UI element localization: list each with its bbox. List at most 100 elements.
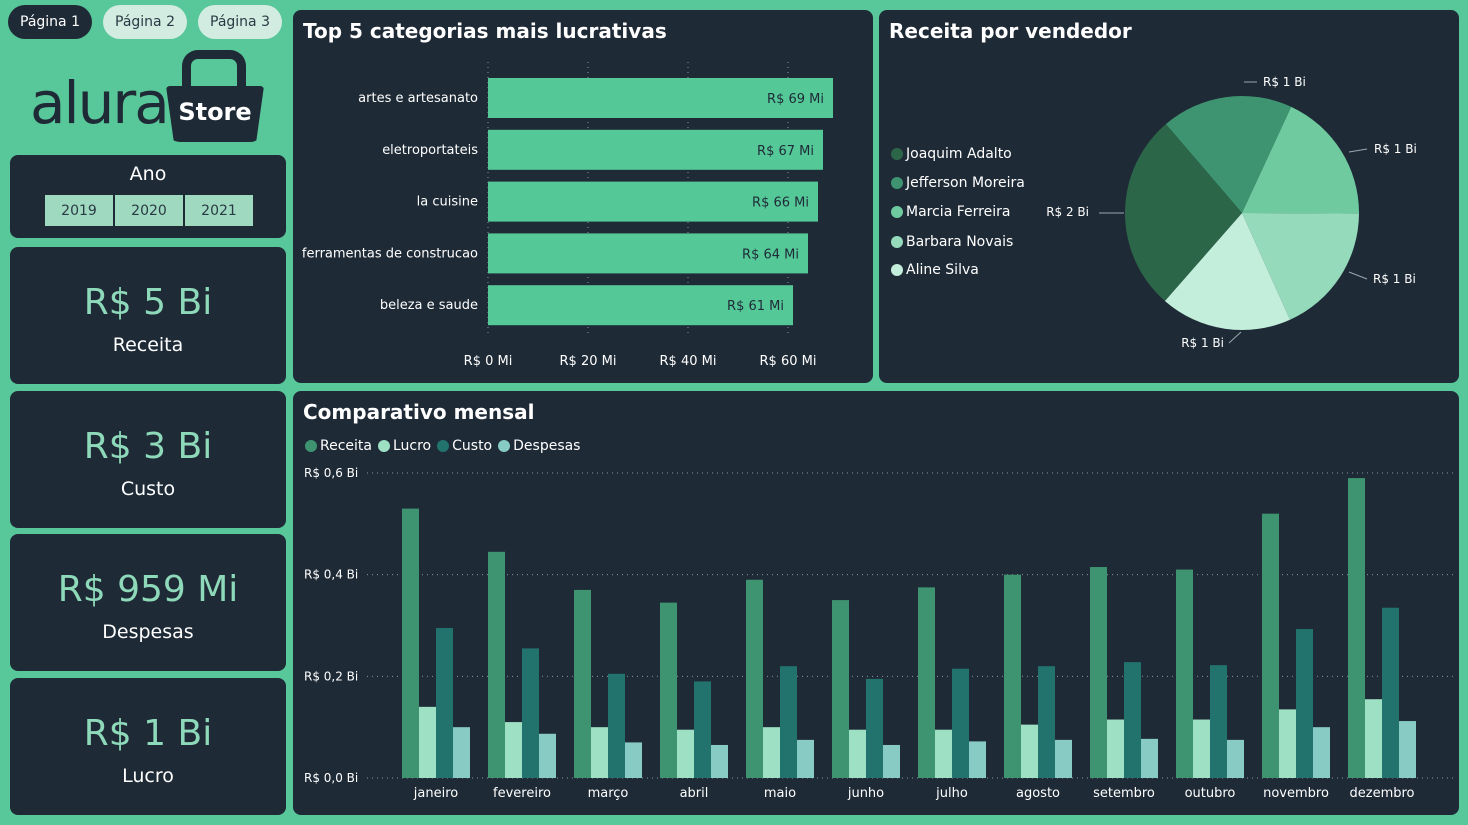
seller-revenue-chart[interactable]: R$ 1 Bi R$ 1 Bi R$ 1 Bi R$ 1 Bi R$ 2 Bi (879, 10, 1459, 383)
kpi-value: R$ 959 Mi (57, 569, 239, 610)
month-bar-custo[interactable] (522, 648, 539, 778)
month-bar-receita[interactable] (574, 589, 591, 778)
month-label: novembro (1263, 786, 1329, 801)
month-label: outubro (1185, 786, 1236, 801)
month-bar-despesas[interactable] (1313, 727, 1330, 778)
shopping-bag-icon: Store (166, 48, 264, 144)
month-bar-despesas[interactable] (539, 733, 556, 778)
y-tick-label: R$ 0,0 Bi (304, 771, 358, 785)
month-bar-despesas[interactable] (453, 727, 470, 778)
category-label: eletroportateis (382, 143, 478, 158)
month-bar-despesas[interactable] (1141, 738, 1158, 778)
month-bar-lucro[interactable] (935, 729, 952, 778)
kpi-label: Lucro (122, 765, 174, 787)
month-label: junho (847, 786, 884, 801)
category-label: beleza e saude (380, 298, 478, 313)
page-2-button[interactable]: Página 2 (103, 5, 187, 39)
y-tick-label: R$ 0,6 Bi (304, 466, 358, 480)
pie-leader-line (1348, 271, 1368, 280)
month-bar-custo[interactable] (1038, 666, 1055, 778)
pie-slice-label: R$ 1 Bi (1263, 75, 1306, 89)
month-bar-despesas[interactable] (625, 742, 642, 778)
top-categories-chart[interactable]: R$ 0 Mi R$ 20 Mi R$ 40 Mi R$ 60 Mi artes e a… (293, 10, 873, 383)
monthly-chart[interactable]: R$ 0,0 Bi R$ 0,2 Bi R$ 0,4 Bi R$ 0,6 Bi jane… (293, 391, 1459, 815)
kpi-label: Custo (120, 478, 176, 500)
kpi-card-receita: R$ 5 Bi Receita (10, 247, 286, 384)
pie-leader-line (1348, 148, 1368, 153)
pie-slice-label: R$ 1 Bi (1374, 142, 1417, 156)
year-filter-title: Ano (129, 163, 167, 185)
month-bar-despesas[interactable] (797, 739, 814, 778)
kpi-value: R$ 5 Bi (83, 282, 213, 323)
month-bar-receita[interactable] (746, 579, 763, 778)
kpi-card-custo: R$ 3 Bi Custo (10, 391, 286, 528)
month-bar-lucro[interactable] (1107, 719, 1124, 778)
month-bar-receita[interactable] (1348, 478, 1365, 778)
year-2021-button[interactable]: 2021 (184, 194, 254, 227)
month-bar-despesas[interactable] (1055, 739, 1072, 778)
logo-brand-text: alura (30, 69, 170, 137)
month-bar-custo[interactable] (694, 681, 711, 778)
year-2020-button[interactable]: 2020 (114, 194, 184, 227)
month-bar-lucro[interactable] (1279, 709, 1296, 778)
month-bar-despesas[interactable] (969, 741, 986, 778)
month-bar-despesas[interactable] (1399, 721, 1416, 778)
bar-value-label: R$ 69 Mi (767, 92, 824, 107)
month-bar-receita[interactable] (918, 587, 935, 778)
year-filter-panel: Ano 2019 2020 2021 (10, 155, 286, 238)
month-bar-lucro[interactable] (849, 729, 866, 778)
month-bar-receita[interactable] (1262, 513, 1279, 778)
bar-value-label: R$ 66 Mi (752, 196, 809, 211)
month-label: dezembro (1350, 786, 1415, 801)
pie-slice-label: R$ 1 Bi (1181, 336, 1224, 350)
kpi-label: Despesas (102, 621, 194, 643)
month-bar-receita[interactable] (1004, 574, 1021, 778)
month-bar-custo[interactable] (1210, 665, 1227, 778)
month-label: julho (935, 786, 968, 801)
category-label: la cuisine (417, 195, 478, 210)
month-bar-receita[interactable] (1090, 567, 1107, 778)
month-bar-despesas[interactable] (883, 744, 900, 778)
month-bar-despesas[interactable] (711, 744, 728, 778)
month-bar-lucro[interactable] (677, 729, 694, 778)
month-bar-lucro[interactable] (591, 727, 608, 778)
month-bar-lucro[interactable] (1365, 699, 1382, 778)
logo-store-text: Store (178, 98, 252, 126)
month-bar-custo[interactable] (1124, 662, 1141, 778)
month-bar-despesas[interactable] (1227, 739, 1244, 778)
kpi-card-despesas: R$ 959 Mi Despesas (10, 534, 286, 671)
page-1-button[interactable]: Página 1 (8, 5, 92, 39)
pie-slice-label: R$ 1 Bi (1373, 272, 1416, 286)
month-bar-receita[interactable] (1176, 569, 1193, 778)
month-bar-custo[interactable] (608, 673, 625, 778)
kpi-value: R$ 1 Bi (83, 713, 213, 754)
month-bar-custo[interactable] (780, 666, 797, 778)
month-label: março (588, 786, 629, 801)
month-label: agosto (1016, 786, 1060, 801)
month-bar-receita[interactable] (832, 600, 849, 778)
year-2019-button[interactable]: 2019 (44, 194, 114, 227)
month-bar-lucro[interactable] (1021, 724, 1038, 778)
month-bar-custo[interactable] (1296, 629, 1313, 778)
month-bar-lucro[interactable] (1193, 719, 1210, 778)
category-label: ferramentas de construcao (302, 246, 478, 261)
month-bar-receita[interactable] (402, 508, 419, 778)
kpi-label: Receita (112, 334, 184, 356)
bar-value-label: R$ 64 Mi (742, 247, 799, 262)
month-bar-custo[interactable] (866, 678, 883, 778)
x-tick-label: R$ 0 Mi (464, 354, 513, 369)
month-bar-lucro[interactable] (419, 706, 436, 778)
month-bar-custo[interactable] (436, 628, 453, 778)
month-bar-receita[interactable] (488, 551, 505, 778)
month-bar-receita[interactable] (660, 602, 677, 778)
month-bar-custo[interactable] (952, 668, 969, 778)
kpi-value: R$ 3 Bi (83, 426, 213, 467)
month-bar-custo[interactable] (1382, 607, 1399, 778)
kpi-card-lucro: R$ 1 Bi Lucro (10, 678, 286, 815)
month-bar-lucro[interactable] (763, 727, 780, 778)
month-bar-lucro[interactable] (505, 722, 522, 778)
top-categories-panel: Top 5 categorias mais lucrativas R$ 0 Mi… (293, 10, 873, 383)
monthly-panel: Comparativo mensal Receita Lucro Custo D… (293, 391, 1459, 815)
x-tick-label: R$ 20 Mi (560, 354, 617, 369)
page-3-button[interactable]: Página 3 (198, 5, 282, 39)
